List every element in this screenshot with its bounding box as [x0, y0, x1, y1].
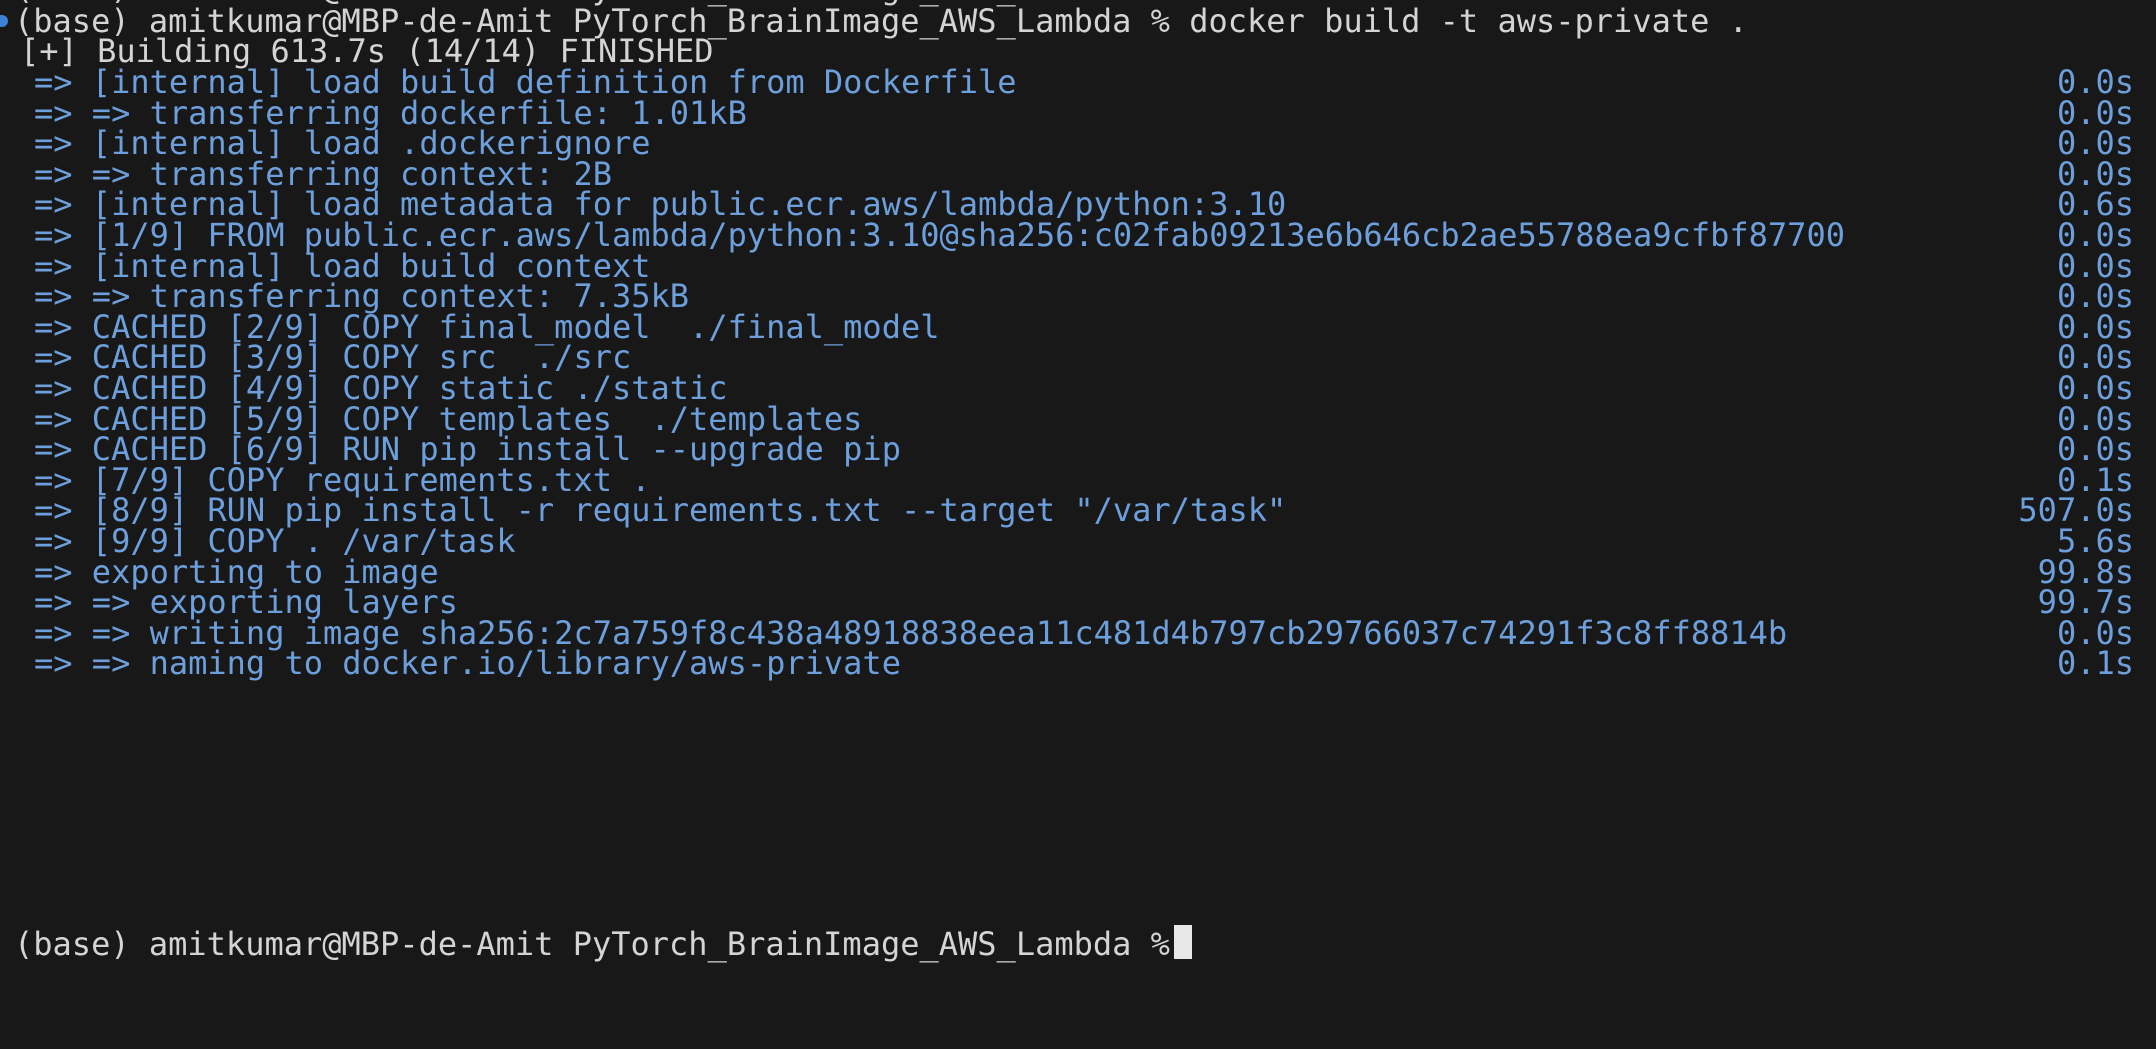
build-step-duration: 0.1s	[2056, 644, 2134, 683]
terminal-window[interactable]: (base) amitkumar@MBP-de-Amit PyTorch_Bra…	[0, 0, 2156, 963]
text-cursor	[1173, 925, 1192, 959]
build-step-text: => => naming to docker.io/library/aws-pr…	[34, 644, 901, 683]
prompt-marker-icon	[0, 15, 8, 27]
bottom-prompt-text: (base) amitkumar@MBP-de-Amit PyTorch_Bra…	[14, 923, 1192, 965]
bottom-prompt-line: (base) amitkumar@MBP-de-Amit PyTorch_Bra…	[0, 923, 2156, 965]
build-step-row: => => naming to docker.io/library/aws-pr…	[0, 642, 2156, 684]
